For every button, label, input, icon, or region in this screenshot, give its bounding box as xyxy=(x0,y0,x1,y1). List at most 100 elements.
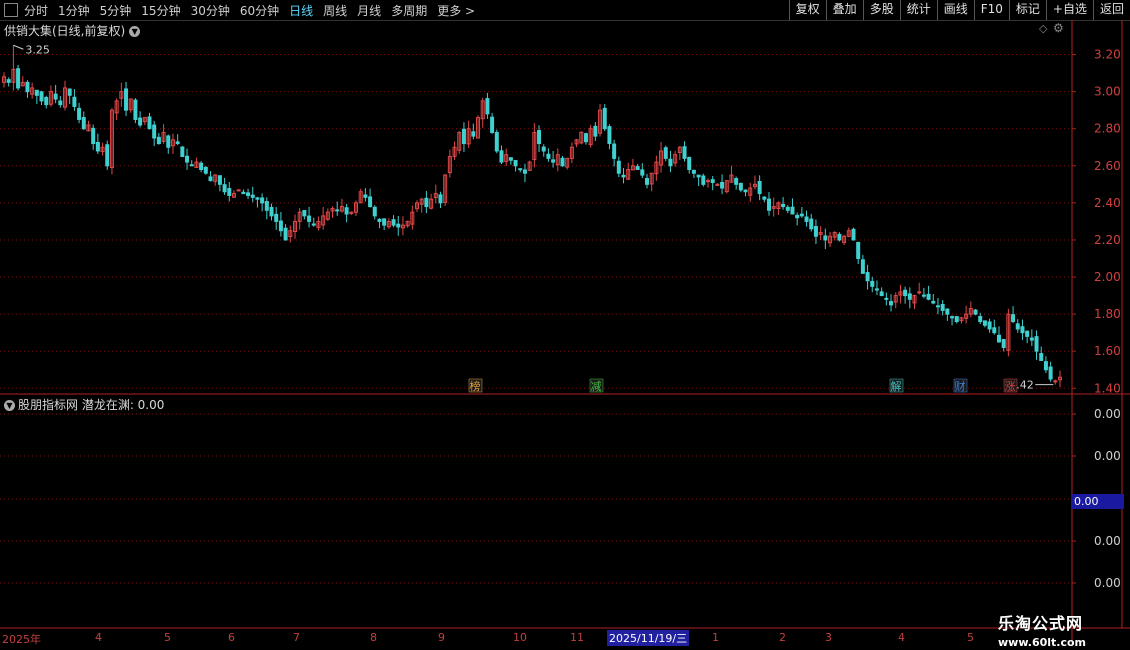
date-label: 9 xyxy=(438,631,445,644)
cursor-value-badge: 0.00 xyxy=(1072,494,1124,509)
candle-body xyxy=(175,141,180,145)
candle-body xyxy=(996,334,1001,343)
candle-body xyxy=(1034,336,1039,352)
sub-tick-label: 0.00 xyxy=(1094,534,1121,548)
candle-body xyxy=(58,100,63,106)
candle-body xyxy=(1025,330,1030,337)
candle-body xyxy=(935,305,940,308)
sub-tick-label: 0.00 xyxy=(1094,576,1121,590)
date-label: 10 xyxy=(513,631,527,644)
candle-body xyxy=(156,136,161,145)
candle-body xyxy=(461,128,466,145)
candle-body xyxy=(551,159,556,163)
candle-body xyxy=(687,156,692,170)
candle-body xyxy=(199,162,204,171)
candle-body xyxy=(992,327,997,334)
candle-body xyxy=(541,146,546,152)
main-chart-title: 供销大集(日线,前复权) ▼ xyxy=(4,22,141,39)
kline-chart[interactable]: 3.20 3.00 2.80 2.60 2.40 2.20 2.00 1.80 1.60 1.40… xyxy=(0,0,1130,650)
candle-body xyxy=(185,155,190,163)
candle-body xyxy=(278,220,283,232)
candle-body xyxy=(837,233,842,241)
candle-body xyxy=(307,215,312,222)
price-tick-label: 1.40 xyxy=(1094,381,1121,395)
candle-body xyxy=(804,216,809,222)
candle-body xyxy=(945,308,950,315)
candle-body xyxy=(560,157,565,167)
candle-body xyxy=(283,227,288,241)
candle-body xyxy=(635,166,640,170)
candle-body xyxy=(166,135,171,148)
candle-body xyxy=(152,124,157,139)
candle-body xyxy=(1011,314,1016,323)
event-marker-label: 榜 xyxy=(470,379,481,393)
candle-body xyxy=(720,182,725,189)
candle-body xyxy=(762,196,767,200)
candle-body xyxy=(602,107,607,130)
gear-icon[interactable]: ⚙ xyxy=(1053,21,1064,35)
event-marker-label: 减 xyxy=(591,380,602,393)
candle-body xyxy=(926,293,931,300)
candle-body xyxy=(250,194,255,198)
candle-body xyxy=(471,131,476,137)
candle-body xyxy=(518,168,523,171)
candle-body xyxy=(236,189,241,192)
candle-body xyxy=(767,198,772,211)
candle-body xyxy=(34,89,39,96)
candle-body xyxy=(884,297,889,300)
diamond-icon[interactable]: ◇ xyxy=(1039,22,1047,35)
date-label: 11 xyxy=(570,631,584,644)
date-label: 1 xyxy=(712,631,719,644)
candle-body xyxy=(124,88,129,111)
candle-body xyxy=(738,183,743,191)
candle-body xyxy=(621,174,626,178)
candle-body xyxy=(593,125,598,137)
candle-body xyxy=(813,226,818,237)
date-label: 5 xyxy=(967,631,974,644)
candle-body xyxy=(907,293,912,300)
candle-body xyxy=(438,194,443,204)
candle-body xyxy=(203,166,208,174)
candle-body xyxy=(644,178,649,185)
candle-body xyxy=(879,291,884,297)
candle-body xyxy=(391,219,396,226)
candle-body xyxy=(856,241,861,259)
candle-body xyxy=(865,272,870,282)
candle-body xyxy=(269,206,274,217)
candle-body xyxy=(1029,337,1034,341)
date-label: 7 xyxy=(293,631,300,644)
price-tick-label: 2.20 xyxy=(1094,233,1121,247)
candle-body xyxy=(91,127,96,145)
price-tick-label: 3.20 xyxy=(1094,48,1121,62)
candle-body xyxy=(274,213,279,222)
candle-body xyxy=(940,303,945,311)
candle-body xyxy=(81,117,86,130)
candle-body xyxy=(696,174,701,178)
watermark-title: 乐淘公式网 xyxy=(998,614,1084,633)
price-tick-label: 3.00 xyxy=(1094,85,1121,99)
sub-chart-title: ▼ 股朋指标网 潜龙在渊: 0.00 xyxy=(4,396,164,413)
price-tick-label: 1.60 xyxy=(1094,344,1121,358)
candle-body xyxy=(16,68,21,89)
high-pointer xyxy=(13,44,24,50)
candle-body xyxy=(241,191,246,195)
high-price-label: 3.25 xyxy=(25,43,49,56)
candle-body xyxy=(809,218,814,230)
candle-body xyxy=(795,214,800,219)
date-label: 2 xyxy=(779,631,786,644)
candle-body xyxy=(1053,380,1058,383)
price-tick-label: 2.40 xyxy=(1094,196,1121,210)
candle-body xyxy=(513,160,518,167)
chevron-down-icon[interactable]: ▼ xyxy=(4,400,15,411)
candle-body xyxy=(640,169,645,176)
candle-body xyxy=(743,189,748,193)
chevron-down-icon[interactable]: ▼ xyxy=(129,26,141,37)
candle-body xyxy=(53,93,58,100)
price-tick-label: 2.00 xyxy=(1094,270,1121,284)
candle-body xyxy=(368,196,373,208)
candle-body xyxy=(537,130,542,145)
candle-body xyxy=(424,197,429,208)
candle-body xyxy=(954,316,959,323)
candle-body xyxy=(874,288,879,291)
candle-body xyxy=(668,158,673,167)
